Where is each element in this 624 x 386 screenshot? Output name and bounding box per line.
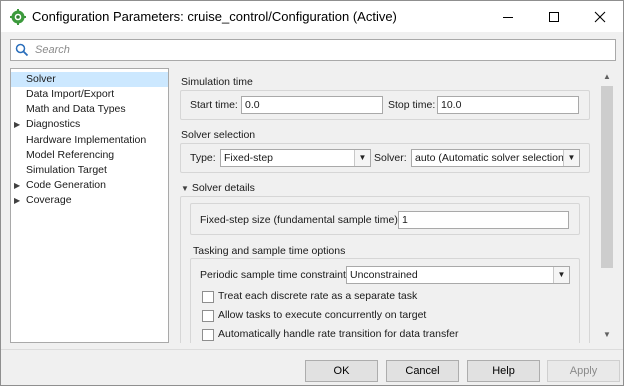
cancel-button[interactable]: Cancel bbox=[386, 360, 459, 382]
start-time-field[interactable]: 0.0 bbox=[241, 96, 383, 114]
tree-item-diagnostics[interactable]: ▶ Diagnostics bbox=[11, 117, 168, 132]
window-title: Configuration Parameters: cruise_control… bbox=[32, 9, 397, 24]
tree-item-label: Diagnostics bbox=[26, 118, 81, 130]
tree-item-hardware-implementation[interactable]: Hardware Implementation bbox=[11, 133, 168, 148]
solver-settings-panel: Simulation time Start time: 0.0 Stop tim… bbox=[175, 68, 616, 343]
stop-time-label: Stop time: bbox=[388, 99, 436, 111]
chevron-down-icon[interactable]: ▼ bbox=[553, 267, 569, 283]
close-icon bbox=[594, 11, 606, 22]
tree-item-math-and-data-types[interactable]: Math and Data Types bbox=[11, 102, 168, 117]
scrollbar-thumb[interactable] bbox=[601, 86, 613, 268]
type-label: Type: bbox=[190, 152, 216, 164]
minimize-button[interactable] bbox=[485, 1, 531, 32]
periodic-constraint-dropdown[interactable]: Unconstrained ▼ bbox=[346, 266, 570, 284]
matlab-gear-icon bbox=[10, 9, 26, 25]
solver-details-toggle[interactable]: ▼ Solver details bbox=[181, 182, 255, 194]
solver-dropdown[interactable]: auto (Automatic solver selection) ▼ bbox=[411, 149, 580, 167]
solver-details-group: Fixed-step size (fundamental sample time… bbox=[180, 196, 590, 343]
minimize-icon bbox=[503, 16, 513, 18]
checkbox-separate-task[interactable] bbox=[202, 291, 214, 303]
scroll-down-icon[interactable]: ▼ bbox=[599, 326, 615, 342]
checkbox-rate-transition-label[interactable]: Automatically handle rate transition for… bbox=[218, 328, 458, 340]
solver-type-dropdown[interactable]: Fixed-step ▼ bbox=[220, 149, 371, 167]
tree-item-data-import-export[interactable]: Data Import/Export bbox=[11, 87, 168, 102]
tree-item-coverage[interactable]: ▶ Coverage bbox=[11, 193, 168, 208]
maximize-button[interactable] bbox=[531, 1, 577, 32]
expand-arrow-icon[interactable]: ▶ bbox=[14, 178, 20, 193]
search-box bbox=[10, 39, 616, 61]
tree-item-label: Coverage bbox=[26, 194, 72, 206]
ok-button[interactable]: OK bbox=[305, 360, 378, 382]
tree-item-label: Simulation Target bbox=[26, 164, 107, 176]
section-title-solver-selection: Solver selection bbox=[181, 129, 256, 141]
expand-arrow-icon[interactable]: ▶ bbox=[14, 193, 20, 208]
solver-label: Solver: bbox=[374, 152, 407, 164]
tree-item-label: Solver bbox=[26, 73, 56, 85]
solver-type-value: Fixed-step bbox=[224, 152, 274, 164]
section-title-tasking: Tasking and sample time options bbox=[193, 245, 346, 257]
collapse-arrow-icon: ▼ bbox=[181, 184, 189, 193]
checkbox-rate-transition[interactable] bbox=[202, 329, 214, 341]
tree-item-simulation-target[interactable]: Simulation Target bbox=[11, 163, 168, 178]
category-tree: Solver Data Import/Export Math and Data … bbox=[10, 68, 169, 343]
close-button[interactable] bbox=[577, 1, 623, 32]
periodic-constraint-value: Unconstrained bbox=[350, 269, 418, 281]
tree-item-label: Data Import/Export bbox=[26, 88, 115, 100]
periodic-constraint-label: Periodic sample time constraint: bbox=[200, 269, 349, 281]
chevron-down-icon[interactable]: ▼ bbox=[354, 150, 370, 166]
vertical-scrollbar[interactable]: ▲ ▼ bbox=[599, 68, 615, 343]
expand-arrow-icon[interactable]: ▶ bbox=[14, 117, 20, 132]
solver-selection-group: Type: Fixed-step ▼ Solver: auto (Automat… bbox=[180, 143, 590, 173]
tree-item-label: Model Referencing bbox=[26, 149, 115, 161]
apply-button[interactable]: Apply bbox=[547, 360, 620, 382]
section-title-simulation-time: Simulation time bbox=[181, 76, 253, 88]
button-bar-divider bbox=[1, 349, 623, 350]
checkbox-concurrent-tasks-label[interactable]: Allow tasks to execute concurrently on t… bbox=[218, 309, 426, 321]
tree-item-solver[interactable]: Solver bbox=[11, 72, 168, 87]
tree-item-model-referencing[interactable]: Model Referencing bbox=[11, 148, 168, 163]
chevron-down-icon[interactable]: ▼ bbox=[563, 150, 579, 166]
search-icon bbox=[15, 43, 29, 57]
section-title-solver-details: Solver details bbox=[191, 182, 255, 194]
tree-item-label: Hardware Implementation bbox=[26, 134, 147, 146]
tree-item-code-generation[interactable]: ▶ Code Generation bbox=[11, 178, 168, 193]
title-bar[interactable]: Configuration Parameters: cruise_control… bbox=[1, 1, 623, 32]
maximize-icon bbox=[549, 11, 559, 22]
fixed-step-size-label: Fixed-step size (fundamental sample time… bbox=[200, 214, 401, 226]
start-time-label: Start time: bbox=[190, 99, 238, 111]
scroll-up-icon[interactable]: ▲ bbox=[599, 68, 615, 84]
fixed-step-size-field[interactable]: 1 bbox=[398, 211, 569, 229]
checkbox-separate-task-label[interactable]: Treat each discrete rate as a separate t… bbox=[218, 290, 417, 302]
stop-time-field[interactable]: 10.0 bbox=[437, 96, 579, 114]
configuration-dialog: Configuration Parameters: cruise_control… bbox=[0, 0, 624, 386]
tree-item-label: Math and Data Types bbox=[26, 103, 126, 115]
help-button[interactable]: Help bbox=[467, 360, 540, 382]
step-size-group: Fixed-step size (fundamental sample time… bbox=[190, 203, 580, 235]
solver-value: auto (Automatic solver selection) bbox=[415, 152, 568, 164]
checkbox-concurrent-tasks[interactable] bbox=[202, 310, 214, 322]
tasking-group: Periodic sample time constraint: Unconst… bbox=[190, 258, 580, 343]
tree-item-label: Code Generation bbox=[26, 179, 106, 191]
search-input[interactable] bbox=[33, 41, 603, 59]
simulation-time-group: Start time: 0.0 Stop time: 10.0 bbox=[180, 90, 590, 120]
